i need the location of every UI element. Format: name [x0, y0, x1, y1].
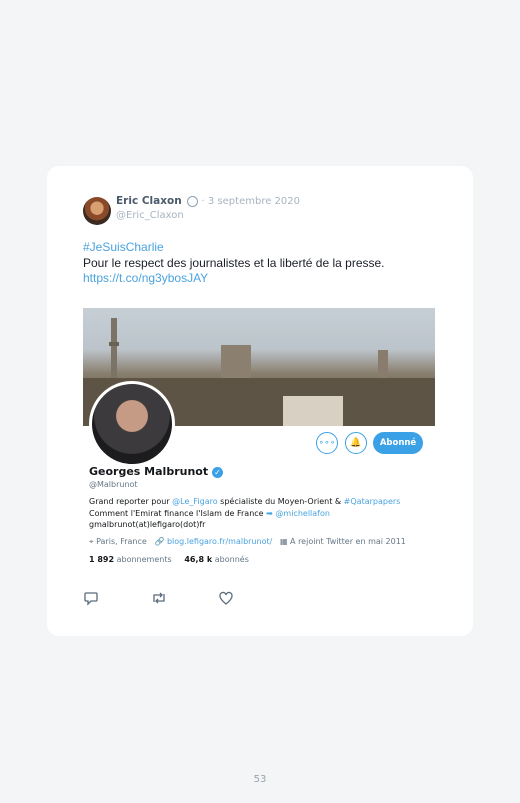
profile-stats: 1 892 abonnements 46,8 k abonnés: [89, 555, 249, 564]
verified-icon: ✓: [211, 466, 223, 478]
tweet-separator: ·: [201, 196, 205, 207]
followers-count[interactable]: 46,8 k: [184, 555, 212, 564]
author-row: Eric Claxon · 3 septembre 2020: [116, 195, 300, 207]
bell-icon[interactable]: 🔔: [345, 432, 367, 454]
page-number: 53: [253, 774, 267, 785]
profile-meta: ⌖ Paris, France 🔗 blog.lefigaro.fr/malbr…: [89, 537, 406, 547]
more-button[interactable]: ∘∘∘: [316, 432, 338, 454]
arrow-icon: ➡: [266, 508, 273, 518]
tweet-link[interactable]: https://t.co/ng3ybosJAY: [83, 271, 208, 285]
profile-avatar[interactable]: [89, 381, 175, 467]
bio-email: gmalbrunot(at)lefigaro(dot)fr: [89, 520, 206, 529]
author-name[interactable]: Eric Claxon: [116, 195, 182, 207]
follow-button[interactable]: Abonné: [373, 432, 423, 454]
profile-location: Paris, France: [96, 537, 147, 546]
author-handle[interactable]: @Eric_Claxon: [116, 210, 184, 221]
followers-label[interactable]: abonnés: [215, 555, 249, 564]
following-label[interactable]: abonnements: [117, 555, 172, 564]
tweet-body: #JeSuisCharlie Pour le respect des journ…: [83, 240, 385, 287]
following-count[interactable]: 1 892: [89, 555, 114, 564]
hashtag-link[interactable]: #JeSuisCharlie: [83, 240, 164, 254]
bio-mention-link[interactable]: @michellafon: [275, 509, 330, 518]
verified-icon: [187, 195, 199, 207]
bio-text: Grand reporter pour: [89, 497, 173, 506]
retweet-icon[interactable]: [150, 590, 168, 610]
bio-text: spécialiste du Moyen-Orient &: [217, 497, 344, 506]
profile-joined: A rejoint Twitter en mai 2011: [290, 537, 406, 546]
link-icon: 🔗: [154, 537, 165, 546]
calendar-icon: ▦: [279, 537, 288, 546]
bio-mention-link[interactable]: @Le_Figaro: [172, 497, 217, 506]
reply-icon[interactable]: [83, 590, 99, 610]
profile-handle: @Malbrunot: [89, 480, 138, 489]
author-avatar[interactable]: [83, 197, 111, 225]
profile-name-row: Georges Malbrunot ✓: [89, 465, 223, 478]
tweet-card: Eric Claxon · 3 septembre 2020 @Eric_Cla…: [47, 166, 473, 636]
bio-hashtag-link[interactable]: #Qatarpapers: [344, 497, 401, 506]
profile-website[interactable]: blog.lefigaro.fr/malbrunot/: [167, 537, 272, 546]
like-icon[interactable]: [218, 590, 234, 610]
bio-text: Comment l'Emirat finance l'Islam de Fran…: [89, 508, 267, 518]
embedded-profile-image[interactable]: ∘∘∘ 🔔 Abonné Georges Malbrunot ✓ @Malbru…: [83, 308, 435, 583]
location-icon: ⌖: [89, 537, 94, 546]
tweet-date[interactable]: 3 septembre 2020: [208, 196, 300, 207]
profile-bio: Grand reporter pour @Le_Figaro spécialis…: [89, 496, 429, 531]
tweet-text: Pour le respect des journalistes et la l…: [83, 255, 385, 270]
profile-name: Georges Malbrunot: [89, 465, 209, 478]
